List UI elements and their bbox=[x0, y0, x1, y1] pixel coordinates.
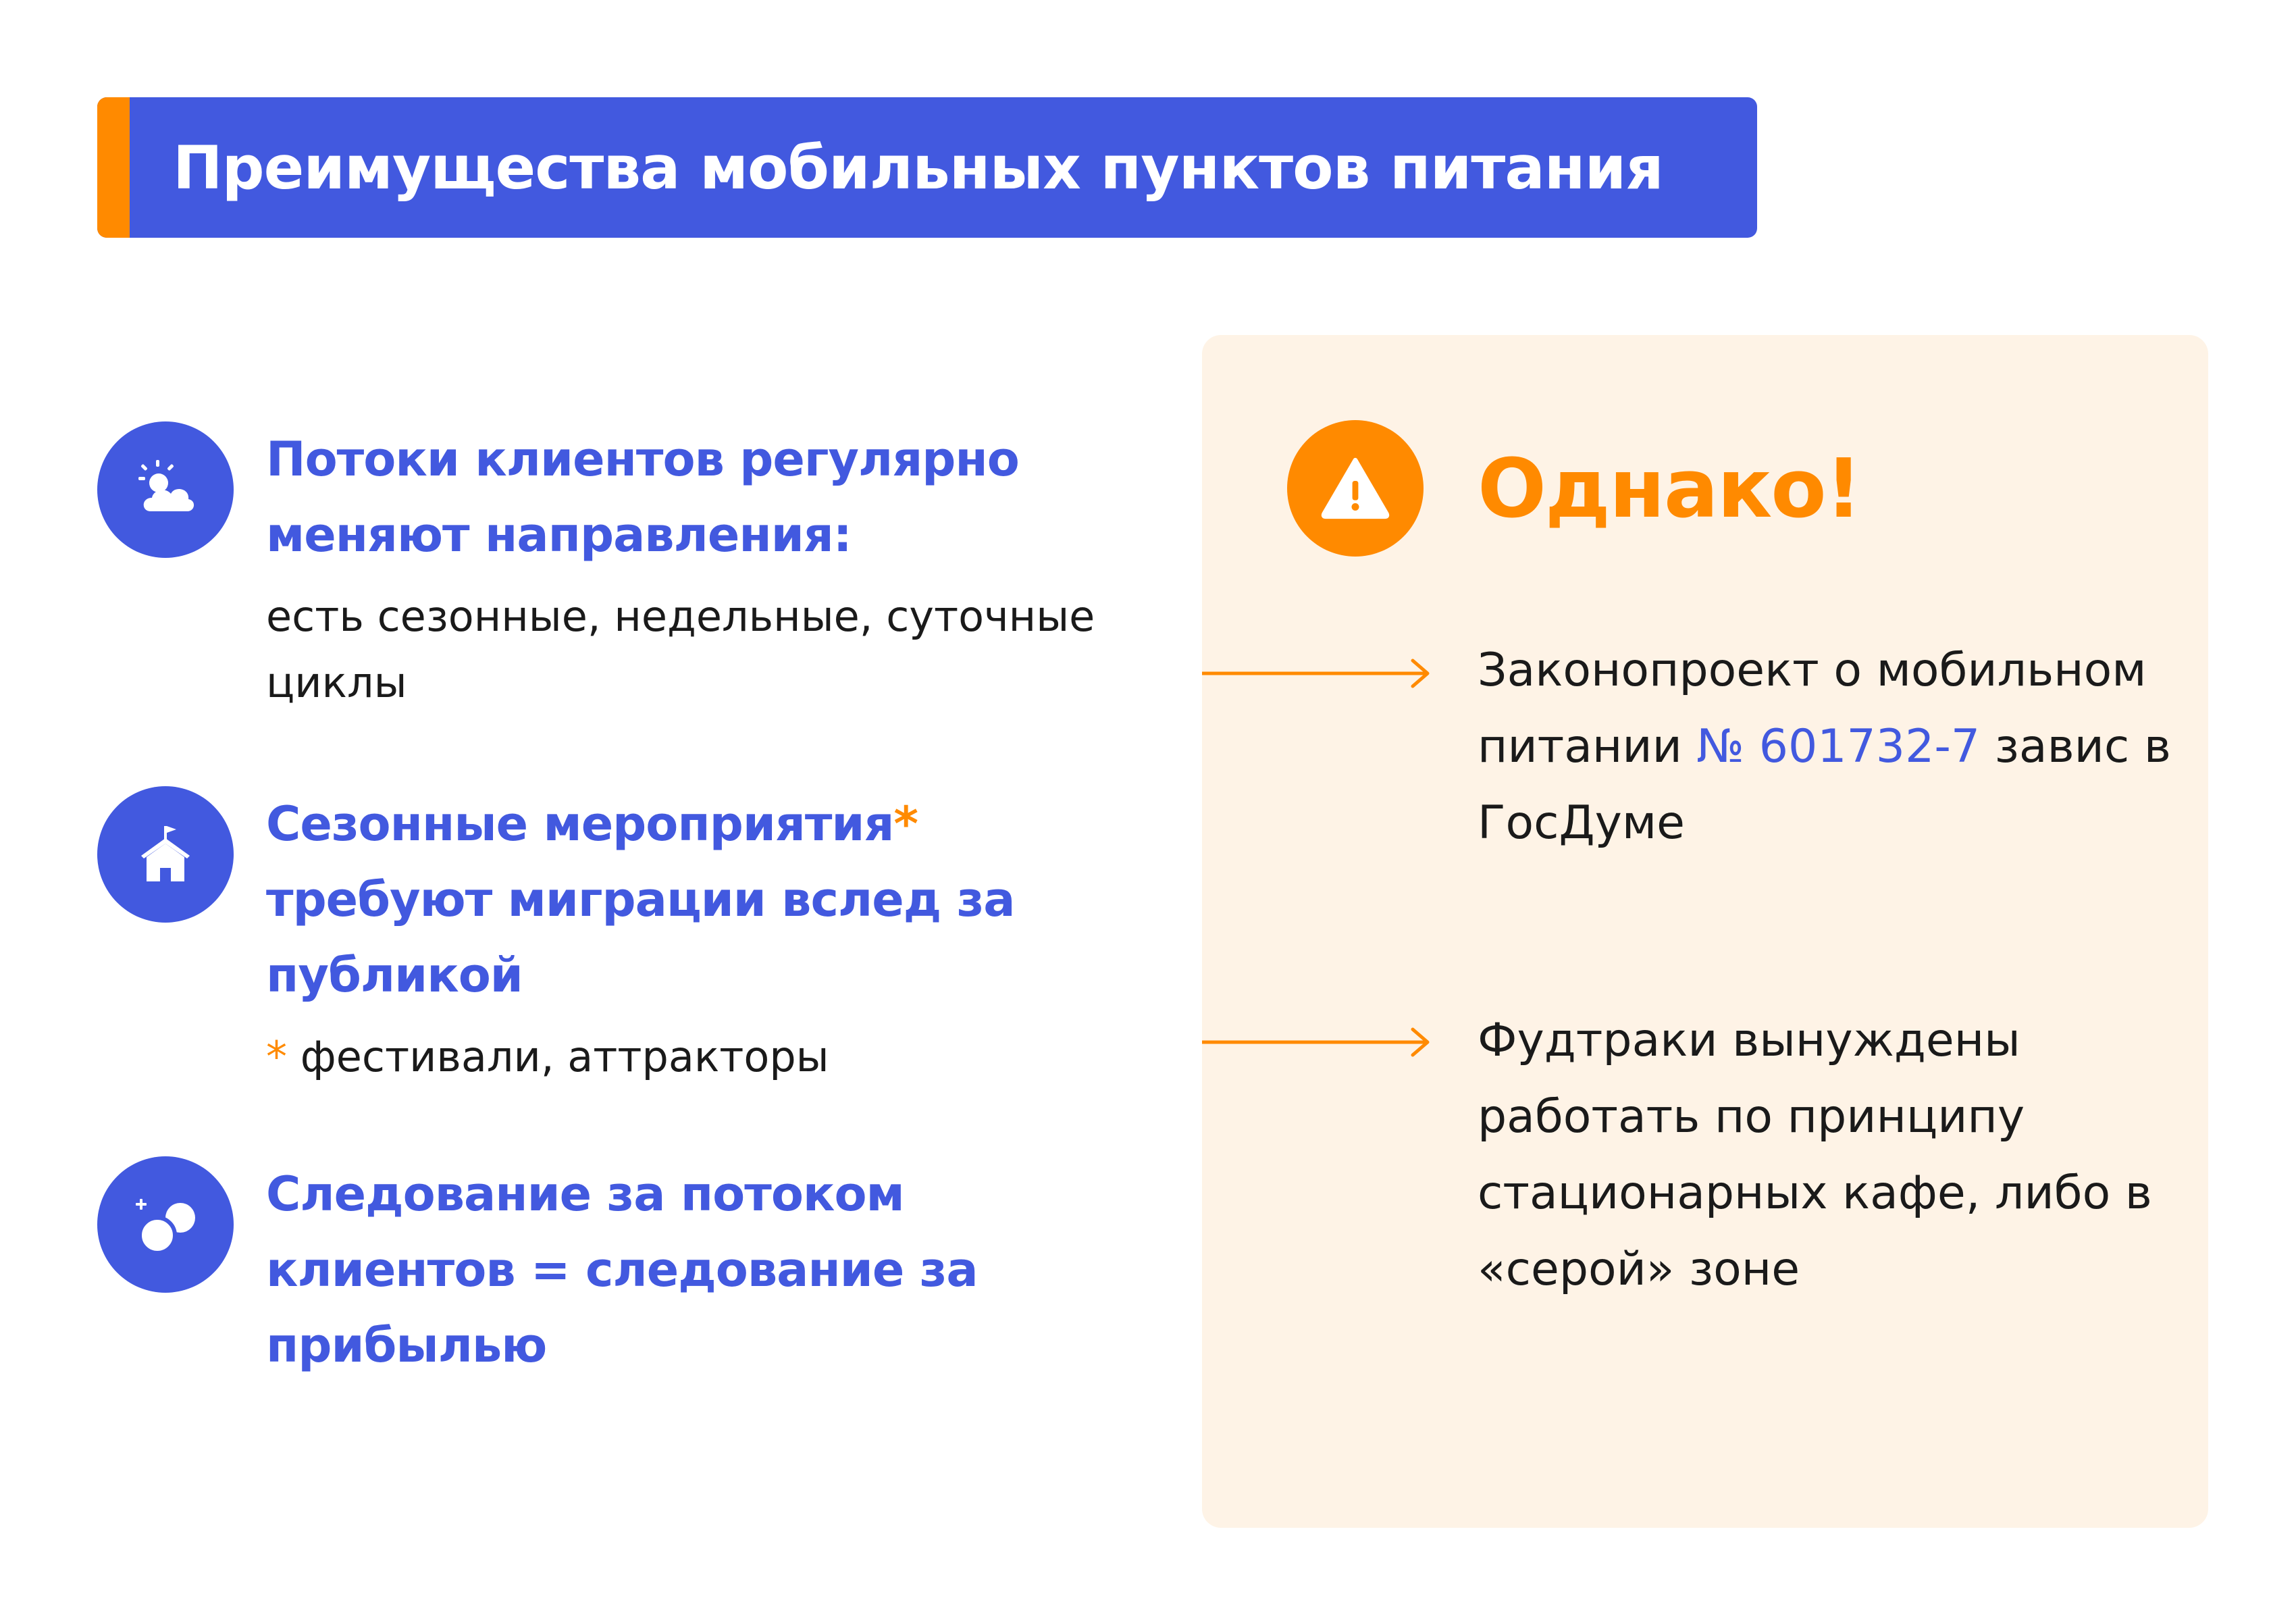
benefit-item-seasonal-events: Сезонные мероприятия* требуют миграции в… bbox=[97, 786, 1178, 1110]
note-point-law: Законопроект о мобильном питании № 60173… bbox=[1478, 632, 2193, 861]
warning-title: Однако! bbox=[1478, 442, 1862, 536]
event-tent-icon-badge bbox=[97, 786, 234, 923]
title-banner: Преимущества мобильных пунктов питания bbox=[97, 97, 1757, 238]
note-point-foodtrucks: Фудтраки вынуждены работать по принципу … bbox=[1478, 1014, 2152, 1296]
arrow-right-icon bbox=[1202, 1027, 1430, 1057]
footnote-marker: * bbox=[266, 1032, 287, 1081]
benefit-item-follow-profit: Следование за потоком клиентов = следова… bbox=[97, 1156, 1178, 1399]
bubbles-icon-badge bbox=[97, 1156, 234, 1293]
bubbles-icon bbox=[136, 1199, 195, 1255]
footnote-marker: * bbox=[893, 796, 918, 852]
arrow-right-icon bbox=[1202, 659, 1430, 688]
warning-icon-badge bbox=[1287, 420, 1424, 557]
weather-icon bbox=[138, 460, 194, 511]
benefit-title-main: Сезонные мероприятия bbox=[266, 796, 894, 852]
benefit-item-client-flows: Потоки клиентов регулярно меняют направл… bbox=[97, 421, 1178, 719]
warning-icon bbox=[1321, 457, 1390, 519]
event-tent-icon bbox=[141, 826, 190, 881]
benefit-footnote: * фестивали, аттракторы bbox=[266, 1024, 1144, 1090]
title-accent-stripe bbox=[97, 97, 130, 238]
page-title: Преимущества мобильных пунктов питания bbox=[173, 132, 1664, 203]
benefit-title: Сезонные мероприятия* требуют миграции в… bbox=[266, 786, 1144, 1013]
footnote-text: фестивали, аттракторы bbox=[300, 1032, 829, 1081]
benefit-description: есть сезонные, недельные, суточные циклы bbox=[266, 592, 1095, 707]
benefit-title-rest: требуют миграции вслед за публикой bbox=[266, 872, 1016, 1003]
benefit-title: Потоки клиентов регулярно меняют направл… bbox=[266, 432, 1020, 563]
law-number: № 601732-7 bbox=[1696, 720, 1981, 773]
benefit-title: Следование за потоком клиентов = следова… bbox=[266, 1166, 979, 1373]
weather-icon-badge bbox=[97, 421, 234, 558]
